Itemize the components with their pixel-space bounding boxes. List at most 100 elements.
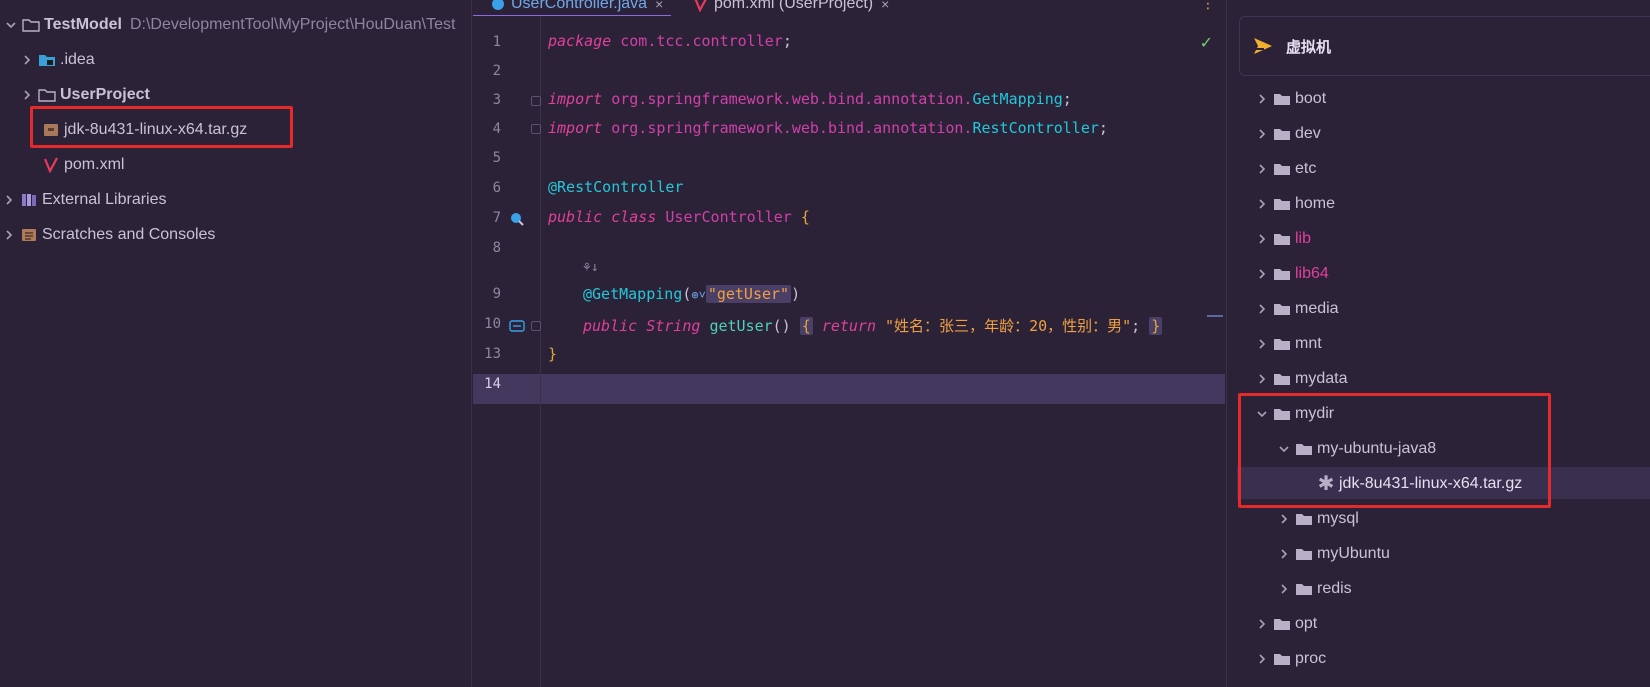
tab-pom[interactable]: pom.xml (UserProject) × xyxy=(688,0,889,16)
fold-marker-icon[interactable] xyxy=(531,96,541,106)
code-line-4[interactable]: import org.springframework.web.bind.anno… xyxy=(548,119,1108,137)
chevron-right-icon[interactable] xyxy=(1255,617,1269,631)
class-name: GetMapping xyxy=(972,90,1063,108)
chevron-right-icon[interactable] xyxy=(1277,582,1291,596)
remote-dir-lib[interactable]: lib xyxy=(1255,221,1311,256)
chevron-right-icon[interactable] xyxy=(1255,92,1269,106)
remote-item-label: home xyxy=(1295,194,1336,212)
code-line-6[interactable]: @RestController xyxy=(548,178,683,196)
remote-dir-dev[interactable]: dev xyxy=(1255,116,1321,151)
api-endpoint-icon[interactable] xyxy=(509,318,525,334)
method-name: getUser xyxy=(709,317,773,335)
chevron-down-icon[interactable] xyxy=(4,18,18,32)
brace: } xyxy=(548,345,558,363)
chevron-right-icon[interactable] xyxy=(1255,127,1269,141)
chevron-right-icon[interactable] xyxy=(1255,197,1269,211)
code-line-7[interactable]: public class UserController { xyxy=(548,208,810,226)
remote-dir-redis[interactable]: redis xyxy=(1277,571,1352,606)
line-number: 1 xyxy=(492,34,501,50)
globe-icon[interactable]: ⊕˅ xyxy=(691,288,705,302)
line-number: 3 xyxy=(492,92,501,108)
keyword: import xyxy=(548,119,603,137)
folder-icon xyxy=(1273,371,1291,387)
more-options-icon[interactable]: ⋮ xyxy=(1201,0,1215,10)
remote-dir-etc[interactable]: etc xyxy=(1255,151,1316,186)
tree-item-pom[interactable]: pom.xml xyxy=(38,147,124,182)
project-panel: TestModel D:\DevelopmentTool\MyProject\H… xyxy=(0,0,472,687)
project-root-row[interactable]: TestModel D:\DevelopmentTool\MyProject\H… xyxy=(4,7,455,42)
tree-item-external-libraries[interactable]: External Libraries xyxy=(2,182,167,217)
chevron-right-icon[interactable] xyxy=(1255,267,1269,281)
chevron-right-icon[interactable] xyxy=(1255,652,1269,666)
tree-item-scratches[interactable]: Scratches and Consoles xyxy=(2,217,215,252)
folder-icon xyxy=(1273,301,1291,317)
remote-dir-lib64[interactable]: lib64 xyxy=(1255,256,1329,291)
brace: } xyxy=(1149,317,1163,335)
chevron-right-icon[interactable] xyxy=(20,88,34,102)
remote-dir-mydata[interactable]: mydata xyxy=(1255,361,1347,396)
close-icon[interactable]: × xyxy=(881,0,889,12)
keyword: return xyxy=(821,317,876,335)
keyword: public xyxy=(583,317,638,335)
fold-marker-icon[interactable] xyxy=(531,321,541,331)
remote-dir-mnt[interactable]: mnt xyxy=(1255,326,1322,361)
remote-item-label: redis xyxy=(1317,579,1352,597)
folder-icon xyxy=(1295,511,1313,527)
chevron-right-icon[interactable] xyxy=(2,193,16,207)
highlight-box-right xyxy=(1238,393,1551,508)
semicolon: ; xyxy=(782,32,792,50)
chevron-right-icon[interactable] xyxy=(2,228,16,242)
inlay-hint[interactable]: ⚘↓ xyxy=(583,260,599,275)
code-line-9[interactable]: @GetMapping(⊕˅ "getUser") xyxy=(583,285,800,303)
check-icon: ✓ xyxy=(1199,35,1213,52)
code-line-3[interactable]: import org.springframework.web.bind.anno… xyxy=(548,90,1072,108)
chevron-right-icon[interactable] xyxy=(20,53,34,67)
tree-item-idea[interactable]: .idea xyxy=(20,42,95,77)
remote-dir-opt[interactable]: opt xyxy=(1255,606,1317,641)
line-number: 7 xyxy=(492,210,501,226)
remote-dir-home[interactable]: home xyxy=(1255,186,1335,221)
folder-icon xyxy=(1273,196,1291,212)
tree-item-label: UserProject xyxy=(60,85,150,103)
remote-dir-media[interactable]: media xyxy=(1255,291,1339,326)
chevron-right-icon[interactable] xyxy=(1255,162,1269,176)
keyword: public xyxy=(548,208,603,226)
spring-bean-icon[interactable] xyxy=(509,211,525,227)
line-number: 4 xyxy=(492,121,501,137)
string-literal: "getUser" xyxy=(705,285,792,303)
chevron-right-icon[interactable] xyxy=(1255,372,1269,386)
remote-item-label: media xyxy=(1295,299,1339,317)
code-line-10[interactable]: public String getUser() { return "姓名：张三，… xyxy=(583,315,1163,336)
chevron-right-icon[interactable] xyxy=(1255,302,1269,316)
remote-host-header[interactable]: 虚拟机 xyxy=(1239,16,1650,76)
remote-connection-icon xyxy=(1254,38,1272,54)
code-editor[interactable]: UserController.java × pom.xml (UserProje… xyxy=(473,0,1225,687)
class-name: RestController xyxy=(972,119,1099,137)
remote-dir-proc[interactable]: proc xyxy=(1255,641,1326,676)
semicolon: ; xyxy=(1062,90,1072,108)
code-line-13[interactable]: } xyxy=(548,345,557,363)
chevron-right-icon[interactable] xyxy=(1277,547,1291,561)
remote-item-label: lib64 xyxy=(1295,264,1329,282)
remote-dir-myubuntu[interactable]: myUbuntu xyxy=(1277,536,1390,571)
remote-item-label: dev xyxy=(1295,124,1321,142)
folder-icon xyxy=(38,87,56,103)
tree-item-label: External Libraries xyxy=(42,190,167,208)
close-icon[interactable]: × xyxy=(655,0,663,12)
tab-usercontroller[interactable]: UserController.java × xyxy=(473,0,672,16)
fold-marker-icon[interactable] xyxy=(531,124,541,134)
package-name: org.springframework.web.bind.annotation. xyxy=(611,90,973,108)
remote-item-label: mydata xyxy=(1295,369,1348,387)
folder-icon xyxy=(1273,126,1291,142)
package-name: com.tcc.controller xyxy=(620,32,783,50)
keyword: package xyxy=(548,32,612,50)
scrollbar-marker xyxy=(1207,315,1223,317)
keyword: class xyxy=(611,208,657,226)
paren: ) xyxy=(791,285,801,303)
code-line-1[interactable]: package com.tcc.controller; xyxy=(548,32,792,50)
annotation: @GetMapping xyxy=(583,285,683,303)
chevron-right-icon[interactable] xyxy=(1255,337,1269,351)
chevron-right-icon[interactable] xyxy=(1255,232,1269,246)
remote-dir-boot[interactable]: boot xyxy=(1255,81,1326,116)
chevron-right-icon[interactable] xyxy=(1277,512,1291,526)
